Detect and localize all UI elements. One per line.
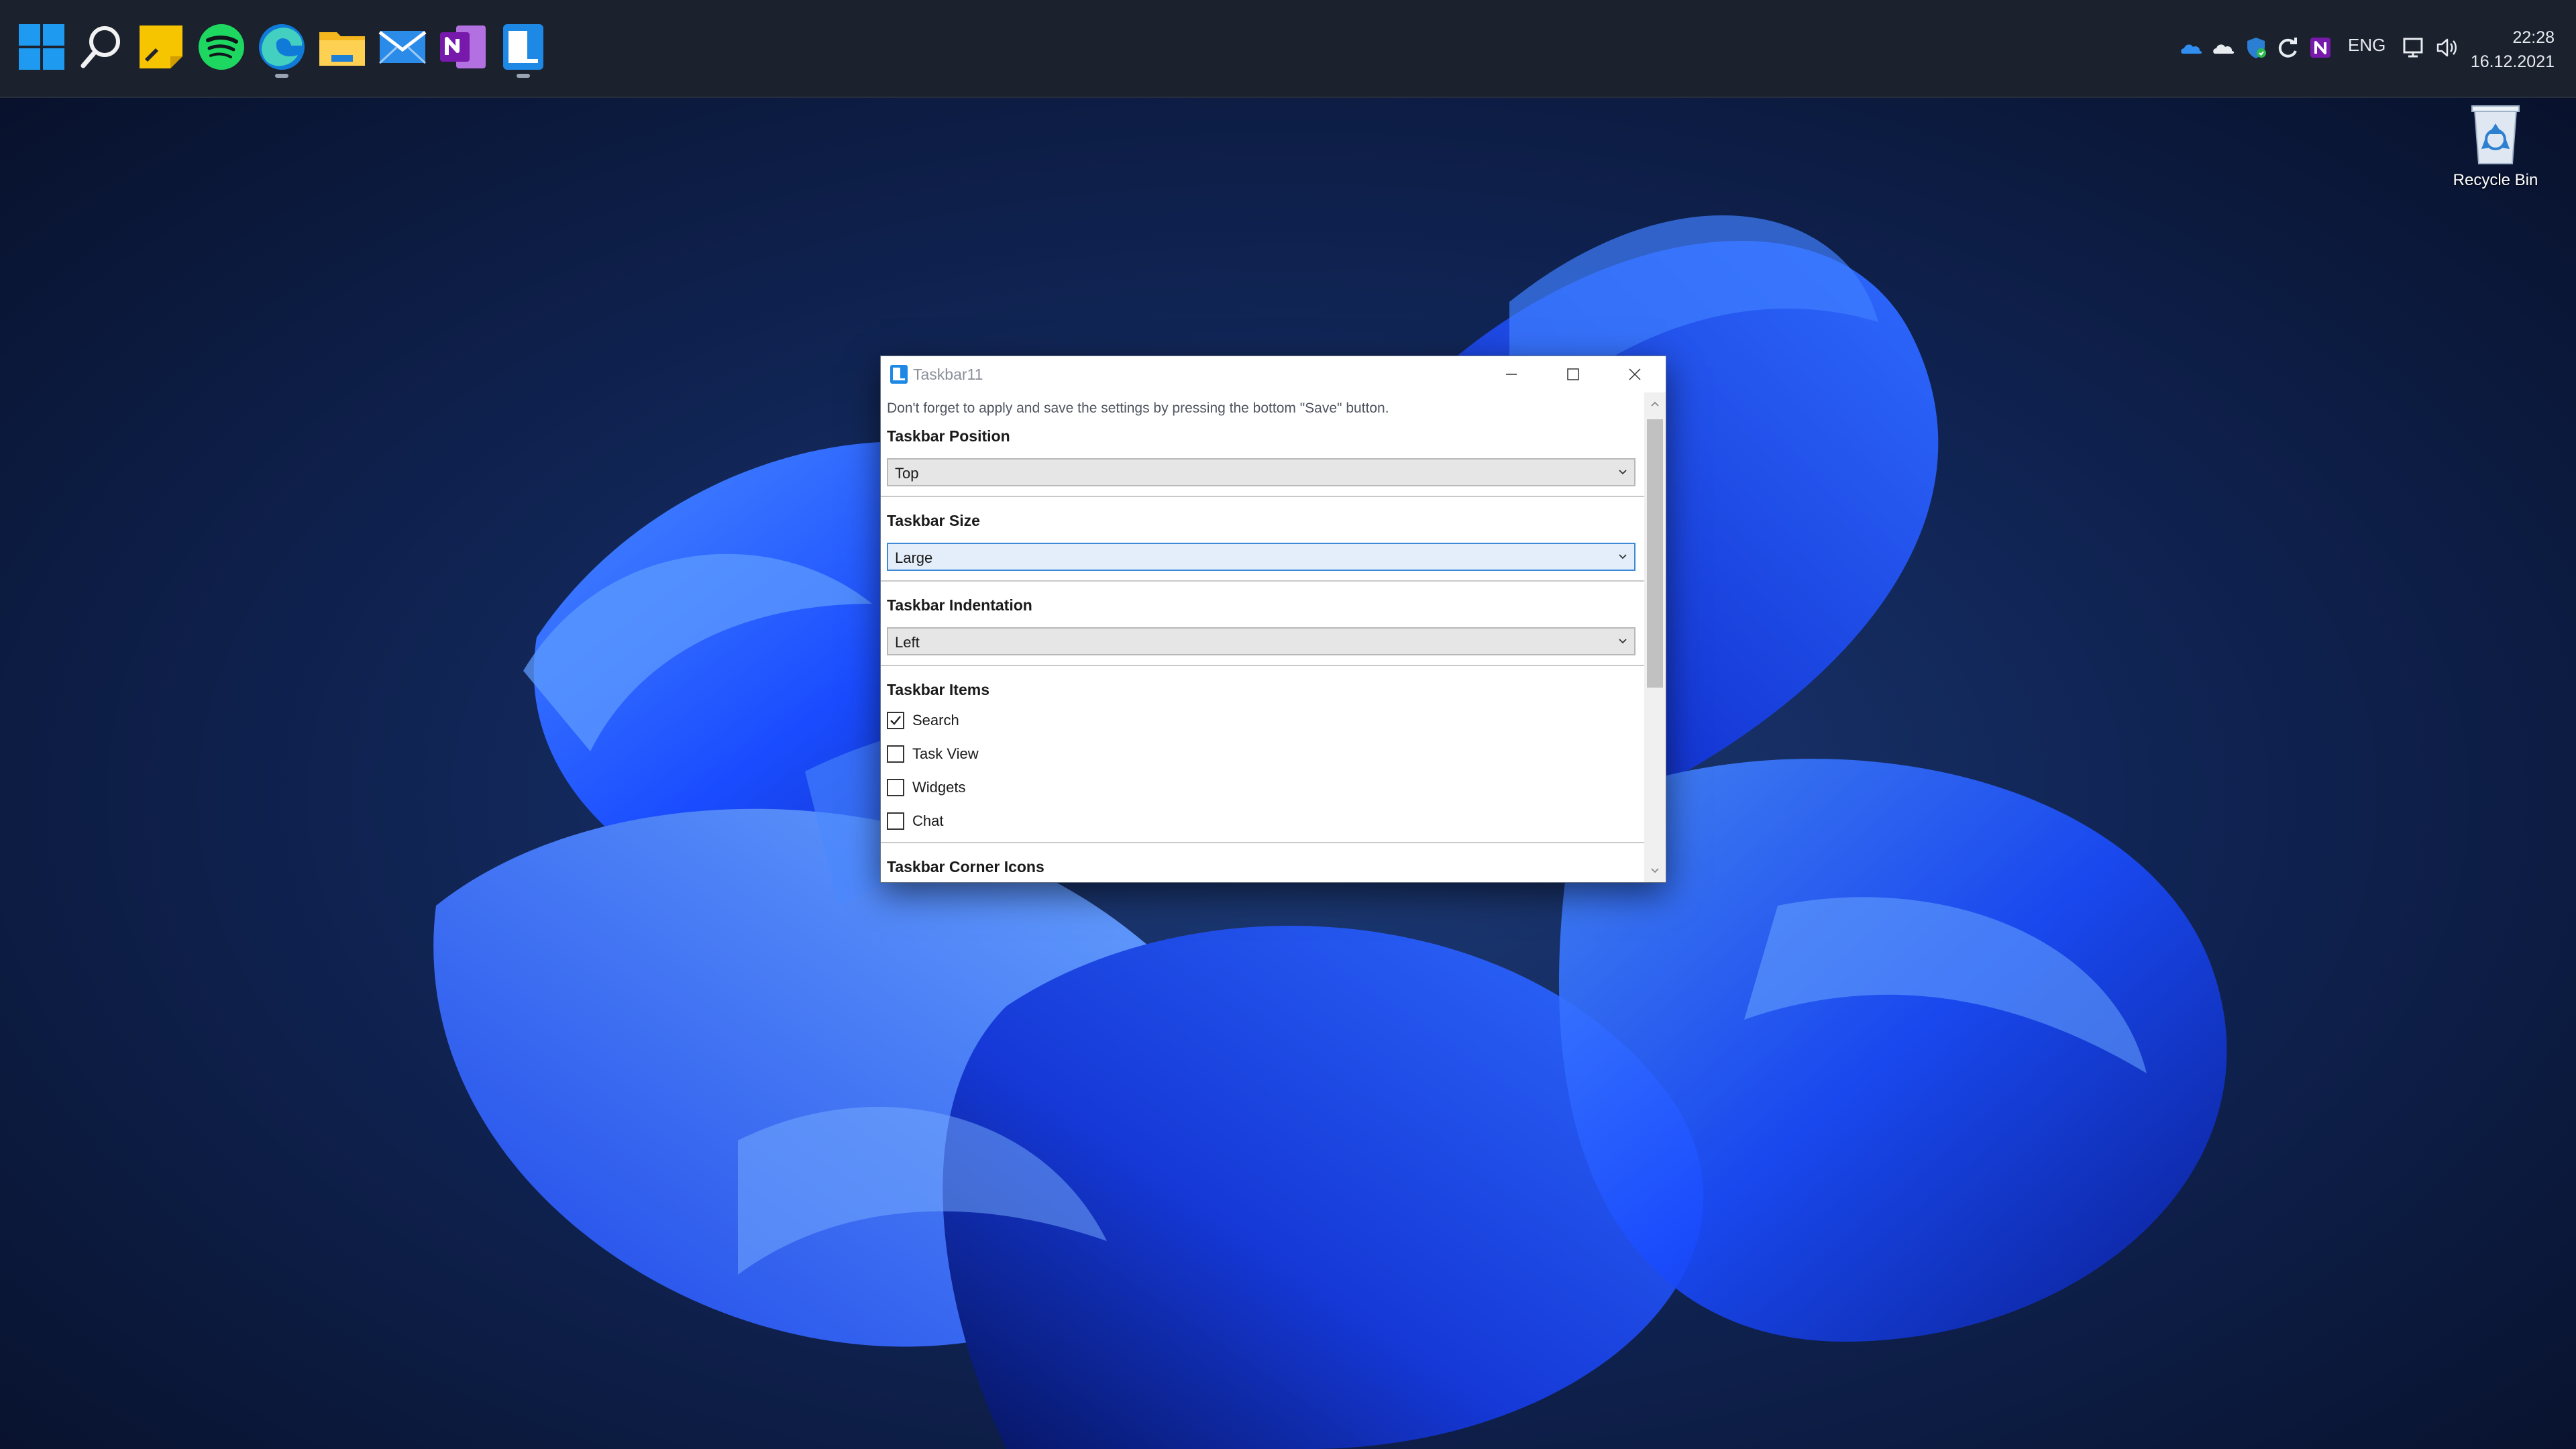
running-indicator bbox=[517, 74, 530, 78]
recycle-bin[interactable]: Recycle Bin bbox=[2442, 99, 2549, 190]
recycle-bin-icon bbox=[2471, 105, 2520, 164]
taskbar-indentation-value: Left bbox=[895, 634, 920, 651]
taskbar-position-title: Taskbar Position bbox=[887, 427, 1010, 445]
taskbar-position-select[interactable]: Top bbox=[887, 458, 1635, 486]
taskbar-onenote[interactable] bbox=[429, 13, 496, 80]
running-indicator bbox=[275, 74, 288, 78]
sticky-notes-icon bbox=[140, 25, 182, 68]
onedrive-icon bbox=[2181, 44, 2202, 54]
taskbar-taskbar11[interactable] bbox=[490, 13, 557, 80]
scroll-thumb[interactable] bbox=[1647, 419, 1663, 688]
tray-cloud[interactable] bbox=[2211, 35, 2237, 60]
taskbar-size-select[interactable]: Large bbox=[887, 543, 1635, 571]
chevron-down-icon bbox=[1651, 868, 1659, 873]
network-icon bbox=[2403, 38, 2423, 58]
onenote-tray-icon bbox=[2310, 38, 2330, 58]
checkmark-icon bbox=[890, 716, 901, 725]
chat-checkbox-row[interactable]: Chat bbox=[887, 810, 943, 833]
section-divider bbox=[881, 580, 1644, 582]
taskbar11-icon bbox=[503, 24, 543, 70]
taskbar-position-value: Top bbox=[895, 465, 919, 482]
taskbar-items-title: Taskbar Items bbox=[887, 681, 989, 698]
scroll-down-button[interactable] bbox=[1644, 859, 1666, 882]
checkbox-label: Widgets bbox=[912, 779, 966, 796]
cloud-icon bbox=[2213, 44, 2235, 54]
checkbox-label: Search bbox=[912, 712, 959, 729]
mail-icon bbox=[378, 31, 427, 64]
minimize-button[interactable] bbox=[1481, 356, 1542, 392]
chat-checkbox[interactable] bbox=[887, 812, 904, 830]
vertical-scrollbar[interactable] bbox=[1644, 392, 1666, 882]
checkbox-label: Chat bbox=[912, 812, 944, 829]
tray-onenote[interactable] bbox=[2308, 35, 2333, 60]
title-bar[interactable]: Taskbar11 bbox=[881, 356, 1666, 392]
start-button[interactable] bbox=[8, 13, 75, 80]
close-icon bbox=[1629, 368, 1641, 380]
taskbar-file-explorer[interactable] bbox=[309, 13, 376, 80]
clock-time: 22:28 bbox=[2512, 28, 2555, 47]
settings-content: Don't forget to apply and save the setti… bbox=[881, 392, 1644, 882]
taskbar-spotify[interactable] bbox=[188, 13, 255, 80]
taskbar-size-value: Large bbox=[895, 549, 933, 566]
section-divider bbox=[881, 496, 1644, 497]
maximize-button[interactable] bbox=[1542, 356, 1604, 392]
taskbar-search-button[interactable] bbox=[67, 13, 134, 80]
close-button[interactable] bbox=[1604, 356, 1666, 392]
clock-date: 16.12.2021 bbox=[2470, 52, 2555, 71]
chevron-down-icon bbox=[1619, 639, 1627, 644]
maximize-icon bbox=[1567, 368, 1579, 380]
recycle-bin-label: Recycle Bin bbox=[2453, 171, 2538, 189]
tray-onedrive[interactable] bbox=[2179, 35, 2204, 60]
sync-icon bbox=[2278, 38, 2297, 58]
tray-security[interactable] bbox=[2243, 35, 2269, 60]
start-icon bbox=[19, 24, 64, 70]
search-icon bbox=[80, 26, 120, 68]
security-icon bbox=[2247, 38, 2266, 58]
widgets-checkbox[interactable] bbox=[887, 779, 904, 796]
language-indicator[interactable]: ENG bbox=[2348, 35, 2385, 56]
spotify-icon bbox=[199, 24, 244, 70]
task-view-checkbox[interactable] bbox=[887, 745, 904, 763]
chevron-up-icon bbox=[1651, 401, 1659, 407]
task-view-checkbox-row[interactable]: Task View bbox=[887, 743, 979, 765]
section-divider bbox=[881, 665, 1644, 666]
chevron-down-icon bbox=[1619, 554, 1627, 559]
taskbar-edge[interactable] bbox=[248, 13, 315, 80]
search-checkbox-row[interactable]: Search bbox=[887, 709, 959, 732]
tray-sync[interactable] bbox=[2275, 35, 2301, 60]
taskbar-mail[interactable] bbox=[369, 13, 436, 80]
taskbar: ENG 22:28 16.12.2021 bbox=[0, 0, 2576, 98]
desktop: ENG 22:28 16.12.2021 Recycle Bin Taskbar… bbox=[0, 0, 2576, 1449]
section-divider bbox=[881, 842, 1644, 843]
taskbar-size-title: Taskbar Size bbox=[887, 512, 980, 529]
file-explorer-icon bbox=[319, 32, 365, 66]
widgets-checkbox-row[interactable]: Widgets bbox=[887, 776, 965, 799]
taskbar11-window: Taskbar11 Don't forget to apply and save… bbox=[880, 356, 1666, 883]
taskbar-indentation-select[interactable]: Left bbox=[887, 627, 1635, 655]
edge-icon bbox=[259, 24, 305, 70]
save-notice: Don't forget to apply and save the setti… bbox=[887, 400, 1389, 416]
search-checkbox[interactable] bbox=[887, 712, 904, 729]
window-title: Taskbar11 bbox=[913, 366, 983, 383]
taskbar-sticky-notes[interactable] bbox=[127, 13, 195, 80]
scroll-up-button[interactable] bbox=[1644, 392, 1666, 415]
minimize-icon bbox=[1506, 374, 1517, 375]
app-icon bbox=[890, 365, 908, 384]
chevron-down-icon bbox=[1619, 470, 1627, 475]
checkbox-label: Task View bbox=[912, 745, 979, 762]
tray-network[interactable] bbox=[2402, 35, 2427, 60]
onenote-icon bbox=[440, 25, 486, 68]
taskbar-corner-icons-title: Taskbar Corner Icons bbox=[887, 858, 1044, 875]
clock[interactable]: 22:28 16.12.2021 bbox=[2455, 25, 2555, 74]
taskbar-indentation-title: Taskbar Indentation bbox=[887, 596, 1032, 614]
